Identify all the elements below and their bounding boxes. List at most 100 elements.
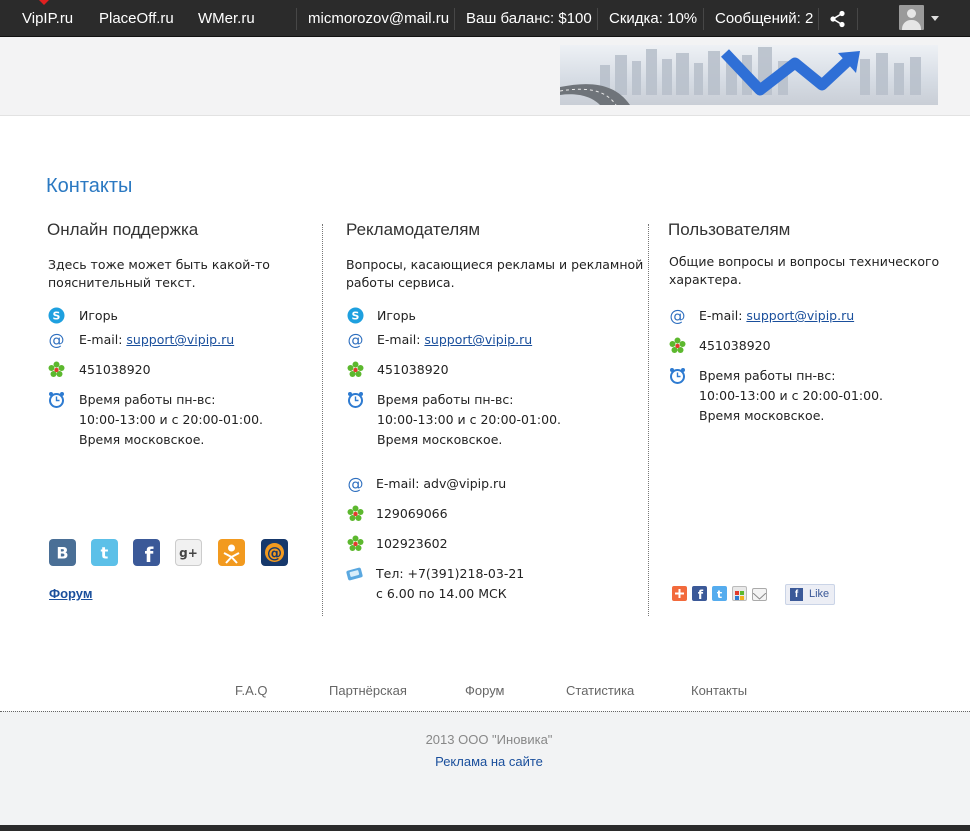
icq-flower-icon <box>347 361 364 377</box>
divider <box>703 8 704 30</box>
share-plus-icon[interactable] <box>672 586 687 601</box>
page-title: Контакты <box>46 175 133 197</box>
chevron-down-icon[interactable] <box>931 16 939 21</box>
svg-text:f: f <box>145 543 154 566</box>
email-label: E-mail: <box>377 332 421 347</box>
footer-link-partner[interactable]: Партнёрская <box>329 683 407 698</box>
facebook-like-button[interactable]: f Like <box>785 584 835 605</box>
skype-icon: S <box>48 307 65 324</box>
bottom-bar <box>0 825 970 831</box>
column-divider <box>648 224 649 616</box>
vkontakte-icon[interactable]: B <box>49 539 76 566</box>
discount-link[interactable]: Скидка: 10% <box>609 0 697 36</box>
user-email-link[interactable]: micmorozov@mail.ru <box>308 0 449 36</box>
balance-link[interactable]: Ваш баланс: $100 <box>466 0 592 36</box>
divider <box>818 8 819 30</box>
skype-icon: S <box>347 307 364 324</box>
advertising-link[interactable]: Реклама на сайте <box>0 754 970 769</box>
email-at-icon: @ <box>348 331 364 348</box>
advertisers-icq-number: 451038920 <box>377 362 449 377</box>
share-icon[interactable] <box>829 10 847 28</box>
divider <box>857 8 858 30</box>
advertisers-skype-name: Игорь <box>377 308 416 323</box>
support-email-link[interactable]: support@vipip.ru <box>126 332 234 347</box>
footer-link-statistics[interactable]: Статистика <box>566 683 634 698</box>
footer-link-faq[interactable]: F.A.Q <box>235 683 268 698</box>
icq-flower-icon <box>347 535 364 551</box>
facebook-icon[interactable]: f <box>133 539 160 567</box>
share-livejournal-icon[interactable] <box>732 586 747 601</box>
svg-text:S: S <box>352 310 360 323</box>
forum-link[interactable]: Форум <box>49 586 92 601</box>
svg-text:S: S <box>53 310 61 323</box>
city-banner-image <box>560 45 938 105</box>
svg-text:@: @ <box>670 307 686 324</box>
header-band <box>0 37 970 116</box>
icq-flower-icon <box>347 505 364 521</box>
site-link-wmer[interactable]: WMer.ru <box>198 0 255 36</box>
advertisers-hours: Время работы пн-вс: 10:00-13:00 и с 20:0… <box>377 392 562 447</box>
twitter-icon[interactable]: t <box>91 539 118 566</box>
google-plus-icon[interactable]: g+ <box>175 539 202 566</box>
icq-flower-icon <box>669 337 686 353</box>
alarm-clock-icon <box>670 368 685 384</box>
users-email-row: E-mail: support@vipip.ru <box>699 306 854 326</box>
footer-link-contacts[interactable]: Контакты <box>691 683 747 698</box>
svg-text:f: f <box>698 588 704 601</box>
svg-text:t: t <box>101 544 109 563</box>
svg-text:@: @ <box>348 475 364 492</box>
support-description: Здесь тоже может быть какой-то пояснител… <box>48 257 270 290</box>
column-divider <box>322 224 323 616</box>
share-facebook-icon[interactable]: f <box>692 586 707 602</box>
icq-flower-icon <box>48 361 65 377</box>
users-email-link[interactable]: support@vipip.ru <box>746 308 854 323</box>
odnoklassniki-icon[interactable] <box>218 539 245 566</box>
users-heading: Пользователям <box>668 220 791 239</box>
share-email-icon[interactable] <box>752 588 767 601</box>
users-hours: Время работы пн-вс: 10:00-13:00 и с 20:0… <box>699 368 884 423</box>
divider <box>296 8 297 30</box>
email-label: E-mail: <box>699 308 743 323</box>
support-skype-name: Игорь <box>79 308 118 323</box>
advertisers-support-email-link[interactable]: support@vipip.ru <box>424 332 532 347</box>
site-link-vipip[interactable]: VipIP.ru <box>22 0 73 36</box>
svg-text:@: @ <box>49 331 65 348</box>
svg-text:@: @ <box>267 544 282 562</box>
svg-text:B: B <box>56 544 68 563</box>
support-heading: Онлайн поддержка <box>47 220 199 239</box>
alarm-clock-icon <box>49 392 64 408</box>
users-icq-number: 451038920 <box>699 338 771 353</box>
footer-link-forum[interactable]: Форум <box>465 683 505 698</box>
svg-text:g+: g+ <box>179 546 198 560</box>
users-description: Общие вопросы и вопросы технического хар… <box>669 254 940 287</box>
advertisers-phone: Тел: +7(391)218-03-21 с 6.00 по 14.00 МС… <box>376 566 525 601</box>
email-at-icon: @ <box>348 475 364 492</box>
like-label: Like <box>809 588 830 600</box>
advertisers-description: Вопросы, касающиеся рекламы и рекламной … <box>346 257 644 290</box>
advertisers-icq-number-2: 129069066 <box>376 506 448 521</box>
email-at-icon: @ <box>49 331 65 348</box>
alarm-clock-icon <box>348 392 363 408</box>
advertisers-email-row: E-mail: support@vipip.ru <box>377 330 532 350</box>
site-link-placeoff[interactable]: PlaceOff.ru <box>99 0 174 36</box>
messages-link[interactable]: Сообщений: 2 <box>715 0 813 36</box>
copyright-text: 2013 ООО "Иновика" <box>425 732 553 747</box>
share-twitter-icon[interactable]: t <box>712 586 727 601</box>
email-at-icon: @ <box>670 307 686 324</box>
support-email-row: E-mail: support@vipip.ru <box>79 330 234 350</box>
facebook-icon: f <box>790 588 803 601</box>
email-label: E-mail: <box>79 332 123 347</box>
advertisers-icq-number-3: 102923602 <box>376 536 448 551</box>
phone-icon <box>346 567 363 581</box>
divider <box>454 8 455 30</box>
divider <box>597 8 598 30</box>
svg-text:t: t <box>717 588 722 601</box>
svg-text:@: @ <box>348 331 364 348</box>
support-icq-number: 451038920 <box>79 362 151 377</box>
top-navigation-bar: VipIP.ru PlaceOff.ru WMer.ru micmorozov@… <box>0 0 970 37</box>
advertisers-heading: Рекламодателям <box>346 220 481 239</box>
mail-ru-icon[interactable]: @ <box>261 539 288 566</box>
support-hours: Время работы пн-вс: 10:00-13:00 и с 20:0… <box>79 392 264 447</box>
advertisers-adv-email: E-mail: adv@vipip.ru <box>376 476 507 491</box>
user-avatar-icon[interactable] <box>899 5 924 30</box>
